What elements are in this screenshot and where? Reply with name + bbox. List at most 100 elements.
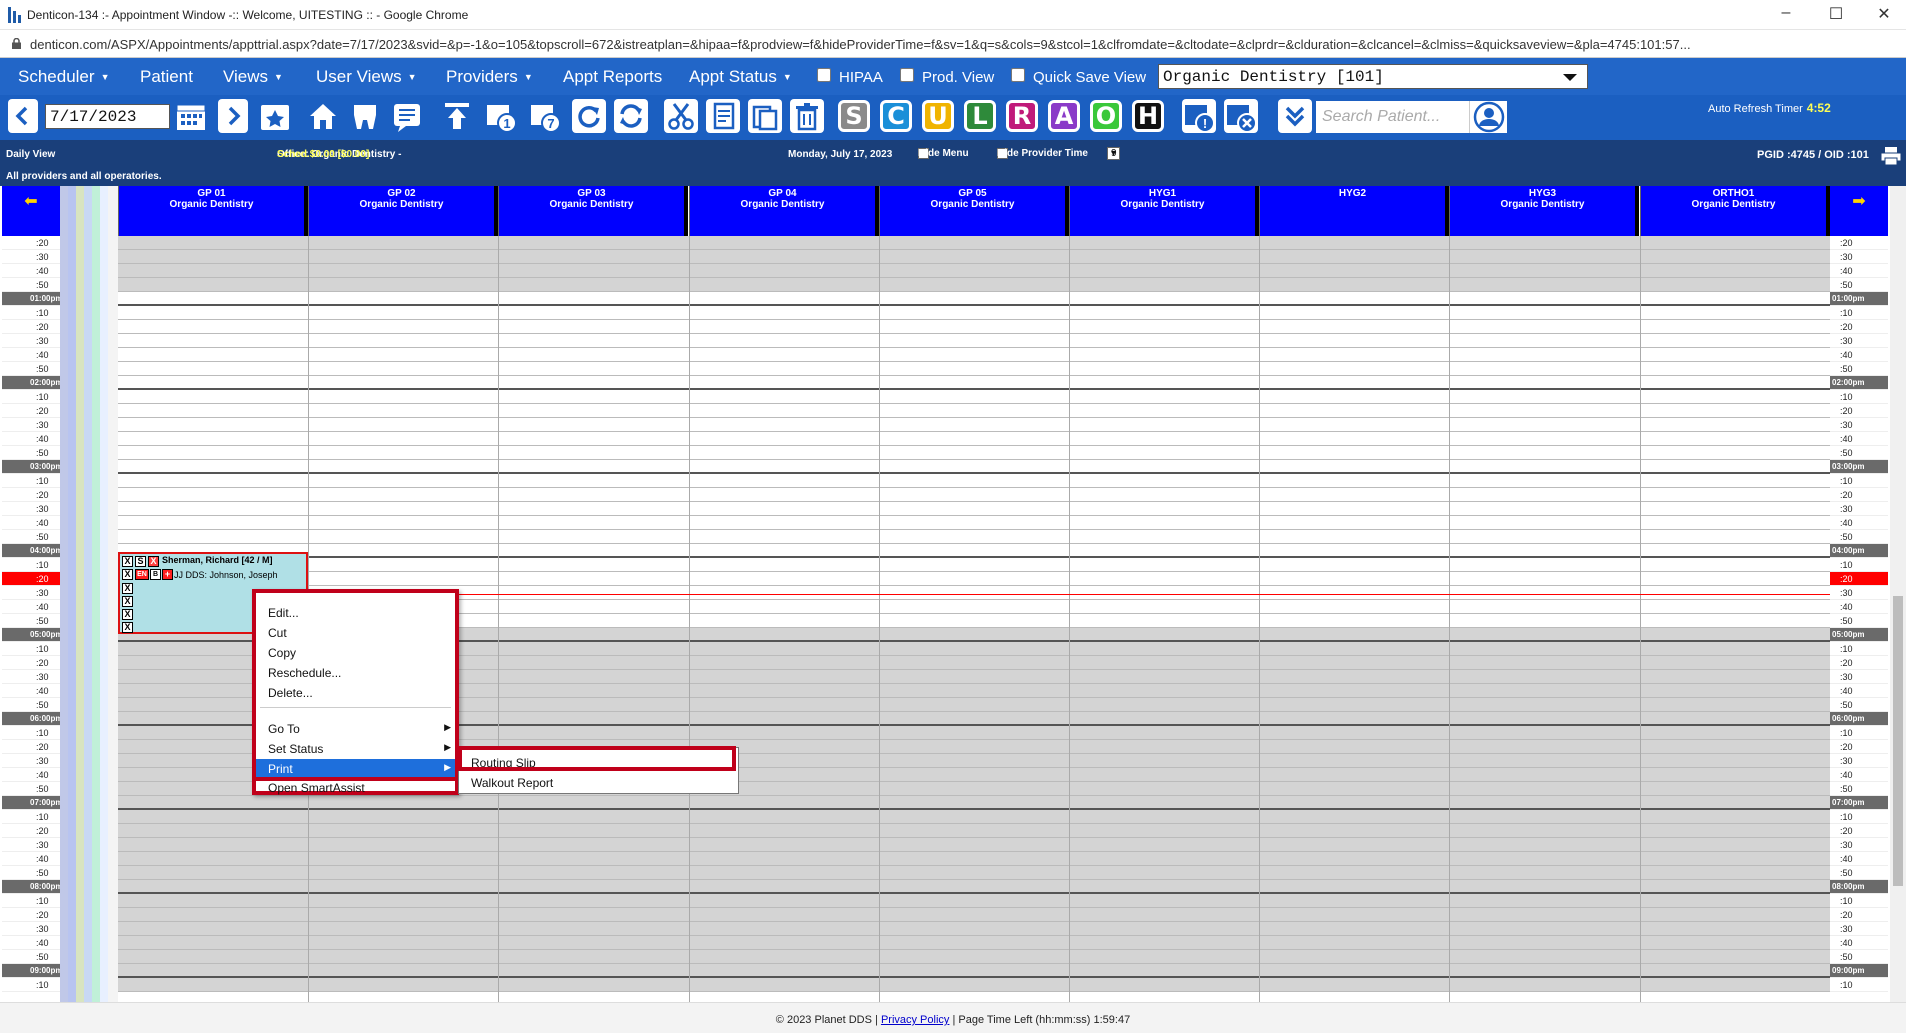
url-text[interactable]: denticon.com/ASPX/Appointments/appttrial… <box>30 37 1890 52</box>
scroll-left-button[interactable]: ⬅ <box>2 186 60 236</box>
menu-user-views[interactable]: User Views ▼ <box>316 67 417 87</box>
address-bar[interactable]: denticon.com/ASPX/Appointments/appttrial… <box>0 30 1906 58</box>
time-slot-row[interactable] <box>118 838 1830 852</box>
columns-select[interactable]: 9 ▾ <box>1107 147 1121 160</box>
status-r-button[interactable]: R <box>1006 100 1038 132</box>
menu-item-reschedule[interactable]: Reschedule... <box>256 663 455 683</box>
status-a-button[interactable]: A <box>1048 100 1080 132</box>
time-slot-row[interactable] <box>118 390 1830 404</box>
menu-item-cut[interactable]: Cut <box>256 623 455 643</box>
time-slot-row[interactable] <box>118 250 1830 264</box>
calendar-button[interactable] <box>174 99 208 133</box>
menu-item-copy[interactable]: Copy <box>256 643 455 663</box>
time-slot-row[interactable] <box>118 334 1830 348</box>
time-slot-row[interactable] <box>118 530 1830 544</box>
time-slot-row[interactable] <box>118 572 1830 586</box>
maximize-icon[interactable]: ☐ <box>1816 4 1856 24</box>
time-slot-row[interactable] <box>118 558 1830 572</box>
status-c-button[interactable]: C <box>880 100 912 132</box>
time-slot-row[interactable] <box>118 320 1830 334</box>
time-slot-row[interactable] <box>118 460 1830 474</box>
time-slot-row[interactable] <box>118 488 1830 502</box>
time-slot-row[interactable] <box>118 418 1830 432</box>
time-slot-row[interactable] <box>118 446 1830 460</box>
day-view-button[interactable]: 1 <box>484 99 518 133</box>
cut-button[interactable] <box>664 99 698 133</box>
menu-providers[interactable]: Providers ▼ <box>446 67 533 87</box>
prev-day-button[interactable] <box>8 99 38 133</box>
time-slot-row[interactable] <box>118 936 1830 950</box>
menu-item-open-smartassist[interactable]: Open SmartAssist <box>256 777 455 795</box>
time-slot-row[interactable] <box>118 502 1830 516</box>
time-slot-row[interactable] <box>118 922 1830 936</box>
menu-item-walkout-report[interactable]: Walkout Report <box>471 776 553 790</box>
copy-button[interactable] <box>706 99 740 133</box>
menu-appt-status[interactable]: Appt Status ▼ <box>689 67 792 87</box>
operatory-header[interactable]: HYG2 <box>1259 186 1449 236</box>
delete-button[interactable] <box>790 99 824 133</box>
time-slot-row[interactable] <box>118 306 1830 320</box>
search-patient-input[interactable]: Search Patient... <box>1316 101 1469 133</box>
time-slot-row[interactable] <box>118 866 1830 880</box>
scrollbar-thumb[interactable] <box>1893 596 1903 886</box>
time-slot-row[interactable] <box>118 852 1830 866</box>
close-icon[interactable]: ✕ <box>1864 4 1904 24</box>
time-slot-row[interactable] <box>118 264 1830 278</box>
menu-scheduler[interactable]: Scheduler ▼ <box>18 67 109 87</box>
operatory-header[interactable]: HYG1 Organic Dentistry <box>1069 186 1259 236</box>
status-o-button[interactable]: O <box>1090 100 1122 132</box>
time-slot-row[interactable] <box>118 824 1830 838</box>
upload-button[interactable] <box>440 99 474 133</box>
time-slot-row[interactable] <box>118 278 1830 292</box>
sync-button[interactable] <box>614 99 648 133</box>
office-select[interactable]: Organic Dentistry [101] <box>1158 64 1588 89</box>
next-day-button[interactable] <box>218 99 248 133</box>
hipaa-checkbox[interactable] <box>817 68 831 82</box>
appt-patient-name[interactable]: Sherman, Richard [42 / M] <box>162 555 273 565</box>
operatory-header[interactable]: GP 01 Organic Dentistry <box>118 186 308 236</box>
menu-item-edit[interactable]: Edit... <box>256 603 455 623</box>
menu-item-set-status[interactable]: Set Status ▶ <box>256 739 455 759</box>
time-slot-row[interactable] <box>118 404 1830 418</box>
time-slot-row[interactable] <box>118 880 1830 894</box>
operatory-header[interactable]: ORTHO1 Organic Dentistry <box>1640 186 1830 236</box>
scroll-right-button[interactable]: ➡ <box>1830 186 1888 236</box>
time-slot-row[interactable] <box>118 292 1830 306</box>
time-slot-row[interactable] <box>118 978 1830 992</box>
time-slot-row[interactable] <box>118 474 1830 488</box>
expand-button[interactable] <box>1278 99 1312 133</box>
menu-views[interactable]: Views ▼ <box>223 67 283 87</box>
search-patient-button[interactable] <box>1469 101 1507 133</box>
date-input[interactable] <box>45 104 170 129</box>
prod-view-checkbox[interactable] <box>900 68 914 82</box>
time-slot-row[interactable] <box>118 544 1830 558</box>
time-slot-row[interactable] <box>118 908 1830 922</box>
tooth-chart-button[interactable] <box>348 99 382 133</box>
notes-button[interactable] <box>390 99 424 133</box>
menu-patient[interactable]: Patient <box>140 67 193 87</box>
alert-calendar-button[interactable]: ! <box>1182 99 1216 133</box>
time-slot-row[interactable] <box>118 964 1830 978</box>
cancel-calendar-button[interactable] <box>1224 99 1258 133</box>
time-slot-row[interactable] <box>118 376 1830 390</box>
time-slot-row[interactable] <box>118 810 1830 824</box>
time-slot-row[interactable] <box>118 516 1830 530</box>
time-slot-row[interactable] <box>118 796 1830 810</box>
home-button[interactable] <box>306 99 340 133</box>
status-h-button[interactable]: H <box>1132 100 1164 132</box>
privacy-policy-link[interactable]: Privacy Policy <box>881 1014 949 1026</box>
operatory-header[interactable]: GP 03 Organic Dentistry <box>498 186 688 236</box>
time-slot-row[interactable] <box>118 432 1830 446</box>
quick-save-view-checkbox[interactable] <box>1011 68 1025 82</box>
menu-appt-reports[interactable]: Appt Reports <box>563 67 662 87</box>
time-slot-row[interactable] <box>118 894 1830 908</box>
operatory-header[interactable]: HYG3 Organic Dentistry <box>1449 186 1639 236</box>
print-icon[interactable] <box>1880 146 1902 166</box>
week-view-button[interactable]: 7 <box>528 99 562 133</box>
menu-item-delete[interactable]: Delete... <box>256 683 455 703</box>
time-slot-row[interactable] <box>118 362 1830 376</box>
time-slot-row[interactable] <box>118 236 1830 250</box>
minimize-icon[interactable]: – <box>1766 4 1806 22</box>
operatory-header[interactable]: GP 02 Organic Dentistry <box>308 186 498 236</box>
vertical-scrollbar[interactable] <box>1890 186 1906 1002</box>
